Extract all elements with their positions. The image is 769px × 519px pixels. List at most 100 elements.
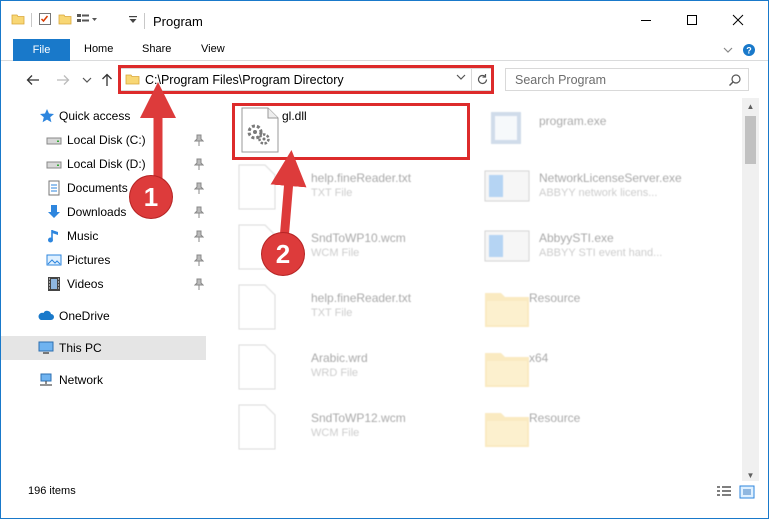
- network-icon: [40, 373, 52, 386]
- file-type: WRD File: [311, 367, 359, 379]
- vertical-scrollbar[interactable]: ▲ ▼: [742, 98, 759, 484]
- sidebar-item-downloads[interactable]: Downloads: [1, 200, 206, 224]
- folder-icon: [485, 413, 529, 447]
- text-file-icon: [238, 284, 276, 330]
- drive-icon: [46, 137, 62, 145]
- file-name: Resource: [529, 411, 581, 425]
- file-item[interactable]: Arabic.wrd WRD File: [233, 343, 478, 403]
- pictures-icon: [46, 254, 62, 266]
- up-button[interactable]: [97, 70, 117, 90]
- search-box[interactable]: Search Program: [505, 68, 749, 91]
- file-item[interactable]: help.fineReader.txt TXT File: [233, 163, 478, 223]
- folder-icon: [485, 353, 529, 387]
- step-1-badge: 1: [130, 176, 172, 218]
- customize-toolbar-icon[interactable]: [128, 12, 138, 29]
- divider: [31, 13, 32, 27]
- file-name: Arabic.wrd: [311, 351, 368, 365]
- sidebar-item-local-disk-d[interactable]: Local Disk (D:): [1, 152, 206, 176]
- expand-ribbon-button[interactable]: [720, 42, 736, 58]
- pin-icon[interactable]: [194, 206, 204, 218]
- pin-icon[interactable]: [194, 158, 204, 170]
- pin-icon[interactable]: [194, 182, 204, 194]
- file-name: help.fineReader.txt: [311, 171, 412, 185]
- file-name: x64: [529, 351, 549, 365]
- sidebar-item-onedrive[interactable]: OneDrive: [1, 304, 206, 328]
- search-input[interactable]: Search Program: [515, 73, 606, 87]
- sidebar-item-label: Network: [59, 373, 104, 387]
- close-button[interactable]: [715, 1, 761, 39]
- explorer-window: Program File Home Share View ? C:\Progra…: [0, 0, 769, 519]
- navigation-bar: C:\Program Files\Program Directory Searc…: [1, 62, 768, 98]
- view-options-icon[interactable]: [76, 12, 98, 29]
- sidebar-item-local-disk-c[interactable]: Local Disk (C:): [1, 128, 206, 152]
- chevron-down-icon: [82, 77, 92, 83]
- tab-file[interactable]: File: [13, 39, 70, 61]
- star-icon: [40, 109, 54, 123]
- pin-icon[interactable]: [194, 254, 204, 266]
- chevron-down-icon: [723, 47, 733, 53]
- sidebar-item-pictures[interactable]: Pictures: [1, 248, 206, 272]
- title-bar: Program: [1, 1, 768, 39]
- sidebar-item-quick-access[interactable]: Quick access: [1, 104, 206, 128]
- help-button[interactable]: ?: [741, 42, 757, 58]
- recent-locations-button[interactable]: [77, 70, 97, 90]
- file-type: ABBYY network licens...: [539, 187, 658, 199]
- scrollbar-thumb[interactable]: [745, 116, 756, 164]
- file-type: WCM File: [311, 427, 360, 439]
- large-icons-view-icon[interactable]: [739, 485, 755, 499]
- address-bar-highlight: [118, 65, 494, 94]
- onedrive-icon: [38, 310, 54, 320]
- maximize-button[interactable]: [669, 1, 715, 39]
- sidebar-item-label: Documents: [67, 181, 128, 195]
- sidebar-item-network[interactable]: Network: [1, 368, 206, 392]
- sidebar-item-label: OneDrive: [59, 309, 110, 323]
- tab-share[interactable]: Share: [142, 43, 171, 55]
- tab-view[interactable]: View: [201, 43, 225, 55]
- app-window-icon: [484, 230, 530, 262]
- file-item[interactable]: help.fineReader.txt TXT File: [233, 283, 478, 343]
- pin-icon[interactable]: [194, 230, 204, 242]
- file-item[interactable]: x64: [483, 343, 728, 403]
- sidebar-item-documents[interactable]: Documents: [1, 176, 206, 200]
- sidebar-item-label: Downloads: [67, 205, 127, 219]
- search-icon[interactable]: [728, 73, 742, 87]
- navigation-pane: Quick access Local Disk (C:) Local Disk …: [1, 98, 209, 473]
- folder-icon[interactable]: [11, 12, 25, 29]
- downloads-icon: [48, 205, 60, 218]
- file-item[interactable]: SndToWP12.wcm WCM File: [233, 403, 478, 463]
- minimize-button[interactable]: [623, 1, 669, 39]
- file-item[interactable]: Resource: [483, 403, 728, 463]
- file-name: Resource: [529, 291, 581, 305]
- pin-icon[interactable]: [194, 278, 204, 290]
- file-item[interactable]: AbbyySTI.exe ABBYY STI event hand...: [483, 223, 728, 283]
- new-folder-icon[interactable]: [58, 12, 72, 29]
- sidebar-item-label: This PC: [59, 341, 102, 355]
- window-title: Program: [153, 14, 203, 29]
- sidebar-item-videos[interactable]: Videos: [1, 272, 206, 296]
- item-count: 196 items: [28, 485, 76, 497]
- details-view-icon[interactable]: [716, 485, 732, 499]
- back-button[interactable]: [23, 70, 43, 90]
- pin-icon[interactable]: [194, 134, 204, 146]
- help-icon: ?: [743, 44, 755, 56]
- sidebar-item-this-pc[interactable]: This PC: [1, 336, 206, 360]
- svg-text:?: ?: [746, 46, 752, 56]
- properties-icon[interactable]: [38, 12, 52, 29]
- file-item[interactable]: NetworkLicenseServer.exe ABBYY network l…: [483, 163, 728, 223]
- file-type: TXT File: [311, 307, 353, 319]
- arrow-right-icon: [57, 75, 70, 85]
- tab-home[interactable]: Home: [84, 43, 113, 55]
- sidebar-item-music[interactable]: Music: [1, 224, 206, 248]
- divider: [144, 13, 145, 29]
- sidebar-item-label: Local Disk (D:): [67, 157, 146, 171]
- scroll-up-button[interactable]: ▲: [742, 98, 759, 115]
- file-name: SndToWP12.wcm: [311, 411, 406, 425]
- file-item[interactable]: program.exe: [483, 106, 728, 166]
- file-item[interactable]: Resource: [483, 283, 728, 343]
- folder-icon: [485, 293, 529, 327]
- file-name: help.fineReader.txt: [311, 291, 412, 305]
- sidebar-item-label: Pictures: [67, 253, 111, 267]
- step-2-badge: 2: [262, 233, 304, 275]
- forward-button[interactable]: [53, 70, 73, 90]
- text-file-icon: [238, 404, 276, 450]
